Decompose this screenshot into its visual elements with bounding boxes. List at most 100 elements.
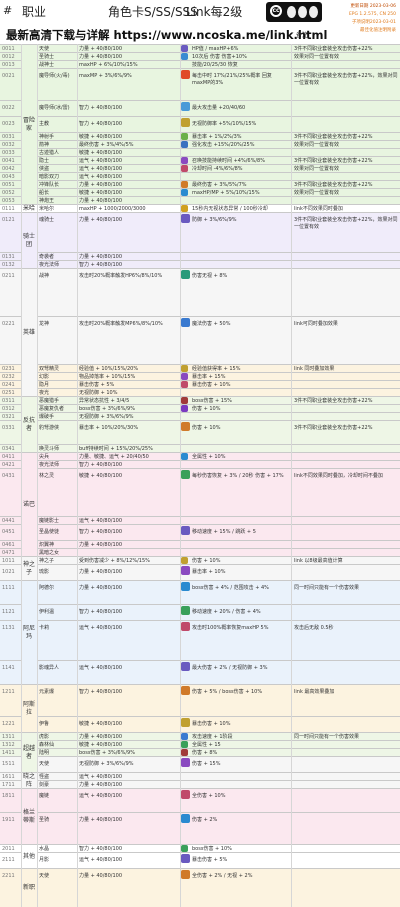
- cc-nc-icon: [298, 6, 307, 18]
- link-skill: 暴击率 + 10%: [192, 569, 226, 575]
- card-stats: 无视防御 + 3%/6%/9%: [79, 761, 134, 767]
- skill-icon: [181, 318, 190, 327]
- card-stats: 暴击率 + 10%/20%/30%: [79, 425, 139, 431]
- link-skill: 暴击伤害 + 10%: [192, 721, 231, 727]
- row-id: 1131: [2, 625, 15, 631]
- header-card: 角色卡S/SS/SSS: [108, 5, 198, 19]
- remark: [292, 101, 400, 117]
- table-row: 0053 神炮王 力量 + 40/80/100: [0, 196, 400, 204]
- skill-icon: [181, 814, 190, 823]
- skill-icon: [181, 141, 188, 148]
- link-skill: 魔法伤害 + 50%: [192, 321, 231, 327]
- skill-icon: [181, 854, 190, 863]
- card-stats: 运气 + 40/80/100: [79, 857, 123, 863]
- link-skill: 全伤害 + 2% / 无视 + 2%: [192, 873, 253, 879]
- skill-icon: [181, 53, 188, 60]
- skill-icon: [181, 741, 188, 748]
- row-id: 0021: [2, 73, 15, 79]
- skill-icon: [181, 582, 190, 591]
- meta-line: 更新日期 2023-03-06: [350, 4, 396, 9]
- table-row: 0231 双弩精灵 经验值 + 10%/15%/20% 经验值获得率 + 15% lin…: [0, 364, 400, 372]
- remark: [292, 117, 400, 133]
- table-row: 1221 伊鲁 敏捷 + 40/80/100 暴击伤害 + 10%: [0, 716, 400, 732]
- row-id: 2211: [2, 873, 15, 879]
- table-row: 0421 夜光法师 智力 + 40/80/100: [0, 460, 400, 468]
- column-divider: [77, 44, 78, 907]
- remark: 3件不同职业套装全攻击伤害+22%，效果对同一位置有效: [294, 73, 398, 86]
- table-row: 0431 林之灵 敏捷 + 40/80/100 每秒伤害恢复 + 3% / 20秒 伤…: [0, 468, 400, 516]
- table-row: 0241 隐月 暴击伤害 + 5% 暴击伤害 + 10%: [0, 380, 400, 388]
- table-row: 0012 圣骑士 力量 + 40/80/100 10次后 伤害 伤害+10% 效果对同一…: [0, 52, 400, 60]
- table-row: 0211 战神 攻击时20%概率触发HP6%/8%/10% 伤害无视 + 8%: [0, 268, 400, 316]
- link-skill: 无视防御率 +5%/10%/15%: [192, 121, 257, 127]
- card-stats: maxMP + 3%/6%/9%: [79, 73, 132, 79]
- remark: [292, 661, 400, 685]
- card-stats: 运气 + 40/80/100: [79, 793, 123, 799]
- row-id: 1211: [2, 689, 15, 695]
- cc-icon: cc: [270, 5, 282, 17]
- job-category: 阿尼玛: [21, 580, 37, 684]
- card-stats: 运气 + 40/80/100: [79, 625, 123, 631]
- table-row: 0011 天使 力量 + 40/80/100 HP值 / maxHP+6% 3件不同职业…: [0, 44, 400, 52]
- job-category: 冒险家: [21, 44, 37, 204]
- skill-icon: [181, 845, 188, 852]
- card-stats: 攻击时20%概率触发MP6%/8%/10%: [79, 321, 163, 327]
- job-name: 圣晶使徒: [39, 529, 60, 535]
- skill-icon: [181, 870, 190, 879]
- table-row: 1511 天使 无视防御 + 3%/6%/9% 伤害 + 15%: [0, 756, 400, 772]
- skill-icon: [181, 453, 188, 460]
- link-skill-table: 0011 天使 力量 + 40/80/100 HP值 / maxHP+6% 3件不同职业…: [0, 44, 400, 907]
- skill-icon: [181, 758, 190, 767]
- skill-icon: [181, 622, 190, 631]
- row-id: 1111: [2, 585, 15, 591]
- row-id: 2111: [2, 857, 15, 863]
- job-name: 阿德尔: [39, 585, 55, 591]
- column-divider: [291, 44, 292, 907]
- job-category: 其他: [21, 844, 37, 868]
- row-id: 1021: [2, 569, 15, 575]
- skill-icon: [181, 365, 188, 372]
- table-row: 0451 圣晶使徒 智力 + 40/80/100 移动速度 + 15% / 跳跃 + …: [0, 524, 400, 540]
- table-row: 0341 唤灵斗师 buff持续时间 + 15%/20%/25%: [0, 444, 400, 452]
- table-row: 1711 剑豪 力量 + 40/80/100: [0, 780, 400, 788]
- table-row: 1141 影魂异人 运气 + 40/80/100 最大伤害 + 2% / 无视防御 +…: [0, 660, 400, 684]
- table-row: 0042 侠盗 运气 + 40/80/100 冷却时间 -4%/6%/8% 效果对同一位…: [0, 164, 400, 172]
- table-row: 0411 尖兵 力量、敏捷、运气 + 20/40/50 全属性 + 10%: [0, 452, 400, 460]
- card-stats: 敏捷 + 40/80/100: [79, 473, 123, 479]
- skill-icon: [181, 133, 188, 140]
- job-name: 林之灵: [39, 473, 55, 479]
- table-row: 0013 战神士 maxHP + 6%/10%/15% 技能/20/25/30 恢复: [0, 60, 400, 68]
- table-row: 0022 魔导师(冰/雷) 智力 + 40/80/100 最大攻击量 +20/40/6…: [0, 100, 400, 116]
- download-link[interactable]: 最新高清下载与详解 https://www.ncoska.me/link.htm…: [6, 27, 327, 43]
- skill-icon: [181, 205, 188, 212]
- table-row: 0311 恶魔猎手 异常状态抗性 + 3/4/5 boss伤害 + 15% 3件不同职业…: [0, 396, 400, 404]
- skill-icon: [181, 422, 190, 431]
- link-skill: 最大伤害 + 2% / 无视防御 + 3%: [192, 665, 268, 671]
- job-name: 伊利温: [39, 609, 55, 615]
- cc-by-icon: [287, 6, 296, 18]
- table-row: 0111 米哈尔 maxHP + 1000/2000/3000 15秒内无视状态异常 …: [0, 204, 400, 212]
- table-header: # 职业 角色卡S/SS/SSS Link每2级 cc 更新日期 2023-03…: [0, 0, 400, 33]
- job-name: 影魂异人: [39, 665, 60, 671]
- job-name: 天使: [39, 761, 50, 767]
- remark: link不同效果同时叠加，冷却时间不叠加: [294, 473, 383, 479]
- job-name: 魂骑士: [39, 217, 55, 223]
- table-row: 0471 黑暗之女: [0, 548, 400, 556]
- table-row: 0032 箭神 最终伤害 + 3%/4%/5% 强化攻击 +15%/20%/25% 效果…: [0, 140, 400, 148]
- skill-icon: [181, 118, 190, 127]
- table-row: 0121 魂骑士 力量 + 40/80/100 防御 + 3%/6%/9% 3件不同职业…: [0, 212, 400, 252]
- job-category: 超越者: [21, 732, 37, 772]
- card-stats: 运气 + 40/80/100: [79, 665, 123, 671]
- job-name: 魔导师(冰/雷): [39, 105, 70, 111]
- remark: 3件不同职业套装全攻击伤害+22%，效果对同一位置有效: [294, 217, 398, 230]
- card-stats: 攻击时20%概率触发HP6%/8%/10%: [79, 273, 163, 279]
- link-skill: 伤害 + 2%: [192, 817, 218, 823]
- card-stats: 敏捷 + 40/80/100: [79, 721, 123, 727]
- row-id: 0221: [2, 321, 15, 327]
- table-row: 1111 阿德尔 力量 + 40/80/100 boss伤害 + 4% / 范围攻击 …: [0, 580, 400, 604]
- row-id: 1121: [2, 609, 15, 615]
- table-row: 0031 神射手 敏捷 + 40/80/100 暴击率 + 1%/2%/3% 3件不同职…: [0, 132, 400, 140]
- table-row: 1011 神之子 受到伤害减少 + 8%/12%/15% 伤害 + 10% link 以…: [0, 556, 400, 564]
- table-row: 1611 怪盗 运气 + 40/80/100: [0, 772, 400, 780]
- remark: link 最高效果叠加: [294, 689, 335, 695]
